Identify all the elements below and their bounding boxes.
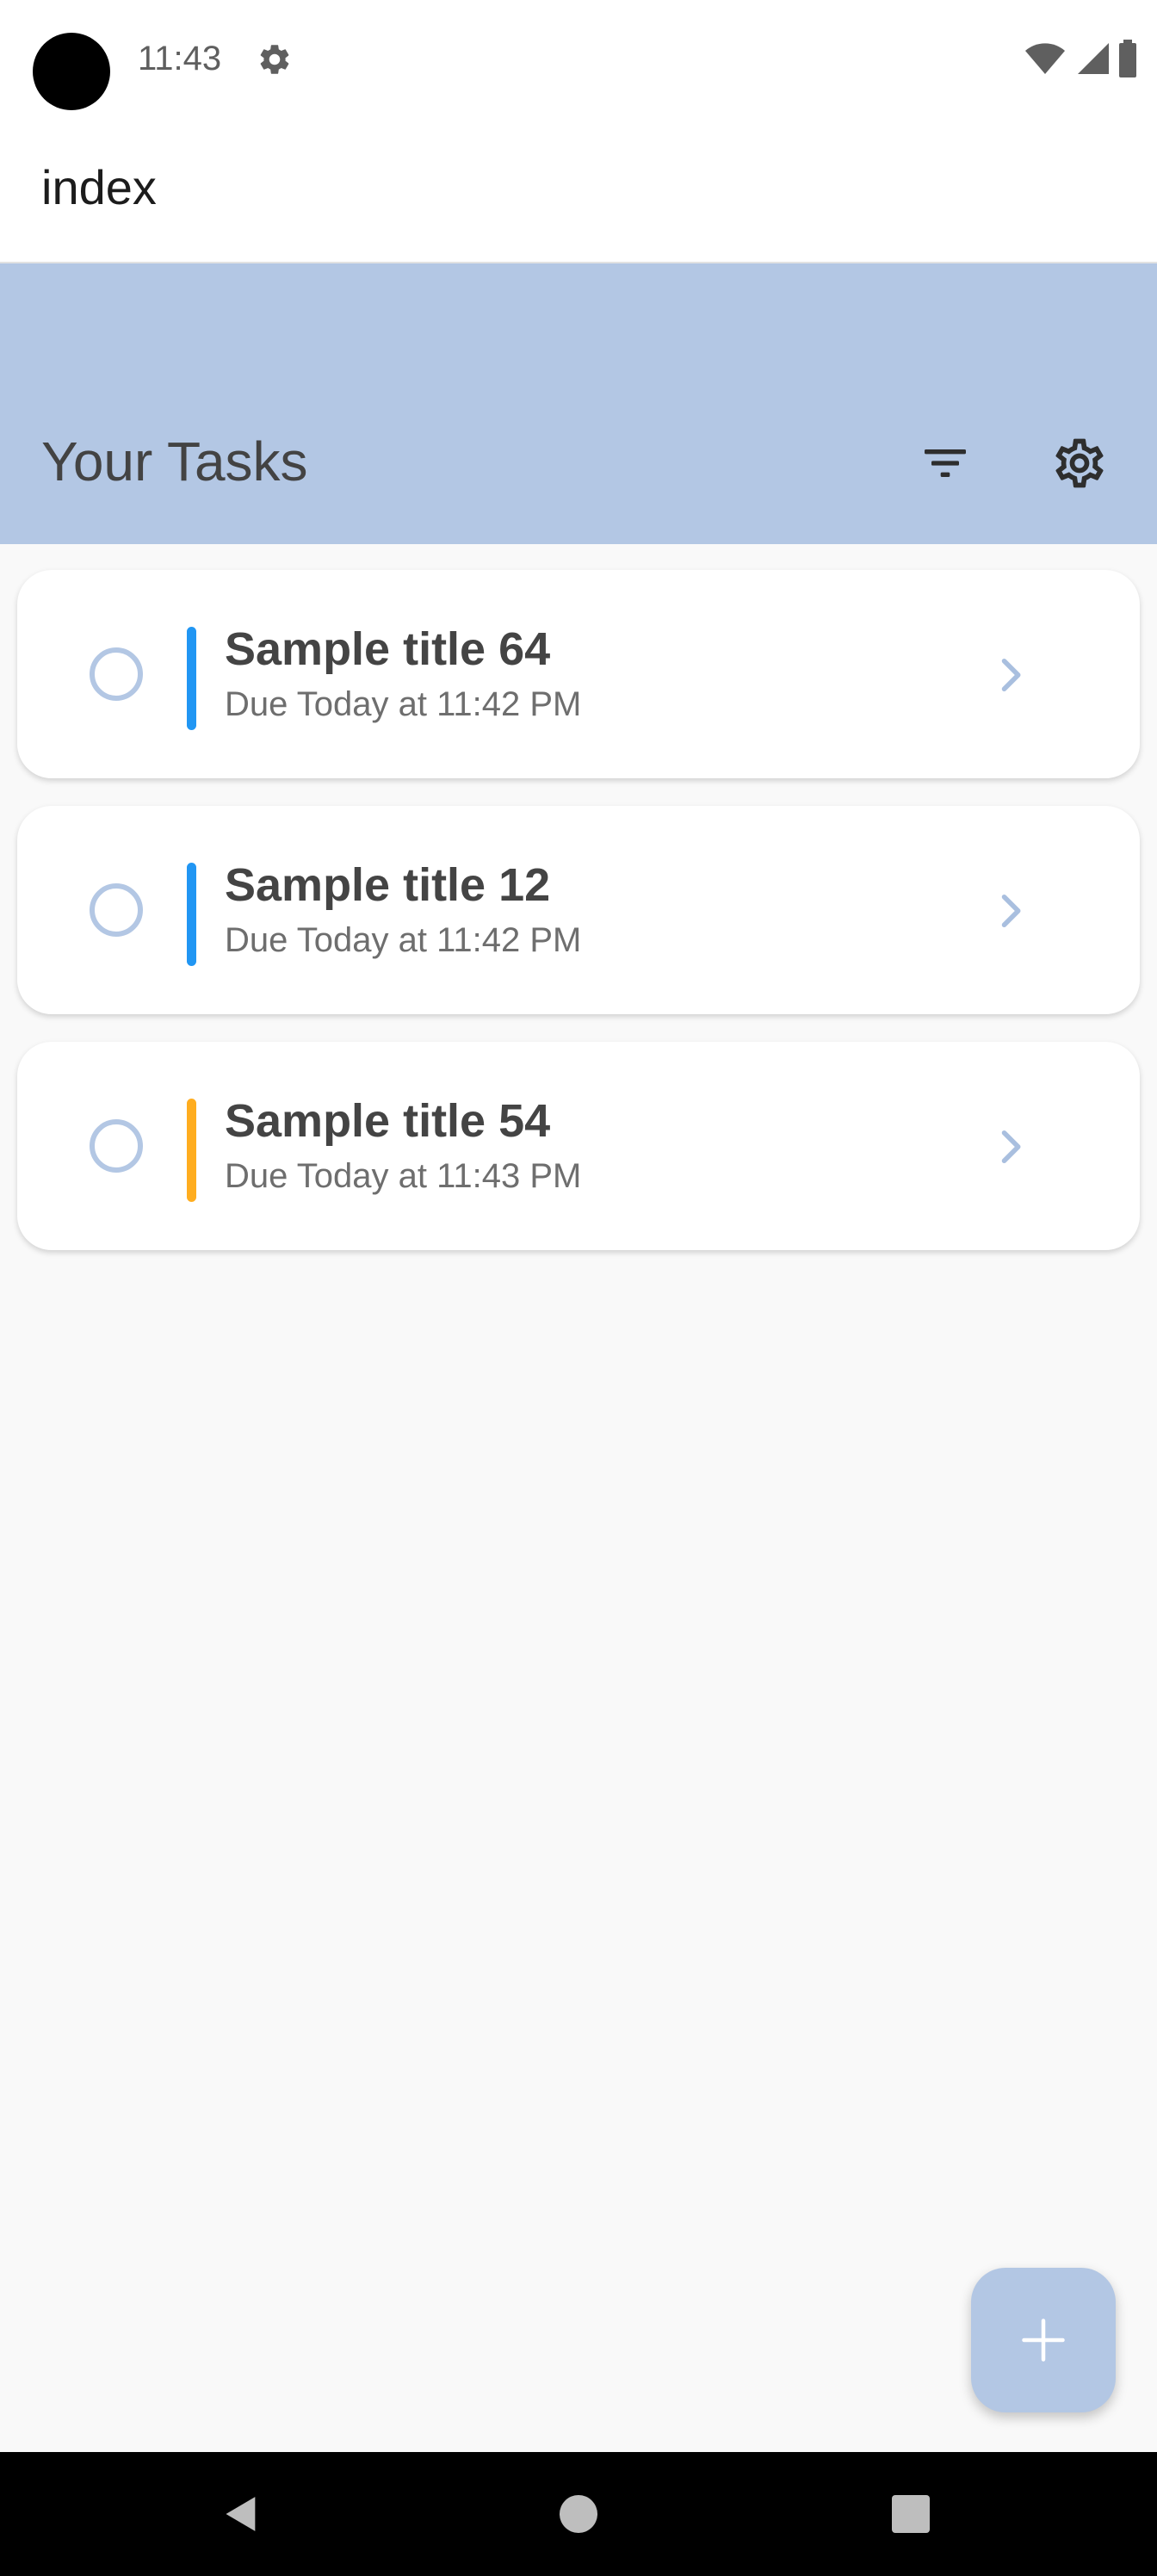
task-list: Sample title 64 Due Today at 11:42 PM Sa… [17, 570, 1140, 1278]
settings-icon [1055, 438, 1104, 488]
task-title: Sample title 12 [225, 859, 551, 911]
battery-icon [1119, 40, 1136, 77]
task-due-date: Due Today at 11:43 PM [225, 1157, 582, 1195]
status-icons [1024, 38, 1138, 79]
home-icon [560, 2495, 597, 2533]
task-title: Sample title 54 [225, 1095, 551, 1147]
task-card[interactable]: Sample title 64 Due Today at 11:42 PM [17, 570, 1140, 778]
app-title: index [41, 160, 157, 214]
task-complete-toggle[interactable] [90, 883, 143, 937]
back-icon [226, 2497, 256, 2531]
page-title: Your Tasks [41, 430, 308, 492]
chevron-right-icon[interactable] [985, 1121, 1036, 1173]
task-complete-toggle[interactable] [90, 647, 143, 701]
add-task-button[interactable] [971, 2268, 1116, 2412]
filter-button[interactable] [913, 430, 978, 496]
gear-icon [260, 45, 289, 74]
home-button[interactable] [544, 2480, 613, 2548]
task-card[interactable]: Sample title 54 Due Today at 11:43 PM [17, 1042, 1140, 1250]
navigation-bar [0, 2452, 1157, 2576]
wifi-icon [1025, 43, 1065, 74]
status-time: 11:43 [138, 40, 222, 77]
camera-cutout [33, 33, 110, 110]
back-button[interactable] [207, 2480, 275, 2548]
filter-icon [925, 449, 966, 477]
task-card[interactable]: Sample title 12 Due Today at 11:42 PM [17, 806, 1140, 1014]
signal-icon [1078, 43, 1109, 74]
settings-button[interactable] [1047, 430, 1112, 496]
task-title: Sample title 64 [225, 623, 551, 675]
task-due-date: Due Today at 11:42 PM [225, 921, 582, 959]
priority-indicator [187, 1099, 196, 1202]
app-bar: index [0, 117, 1157, 263]
tasks-header: Your Tasks [0, 263, 1157, 544]
plus-icon [1022, 2319, 1065, 2362]
status-bar: 11:43 [0, 0, 1157, 117]
recents-button[interactable] [876, 2480, 945, 2548]
priority-indicator [187, 627, 196, 730]
task-complete-toggle[interactable] [90, 1119, 143, 1173]
priority-indicator [187, 863, 196, 966]
chevron-right-icon[interactable] [985, 649, 1036, 701]
task-due-date: Due Today at 11:42 PM [225, 685, 582, 723]
recents-icon [892, 2495, 930, 2533]
chevron-right-icon[interactable] [985, 885, 1036, 937]
